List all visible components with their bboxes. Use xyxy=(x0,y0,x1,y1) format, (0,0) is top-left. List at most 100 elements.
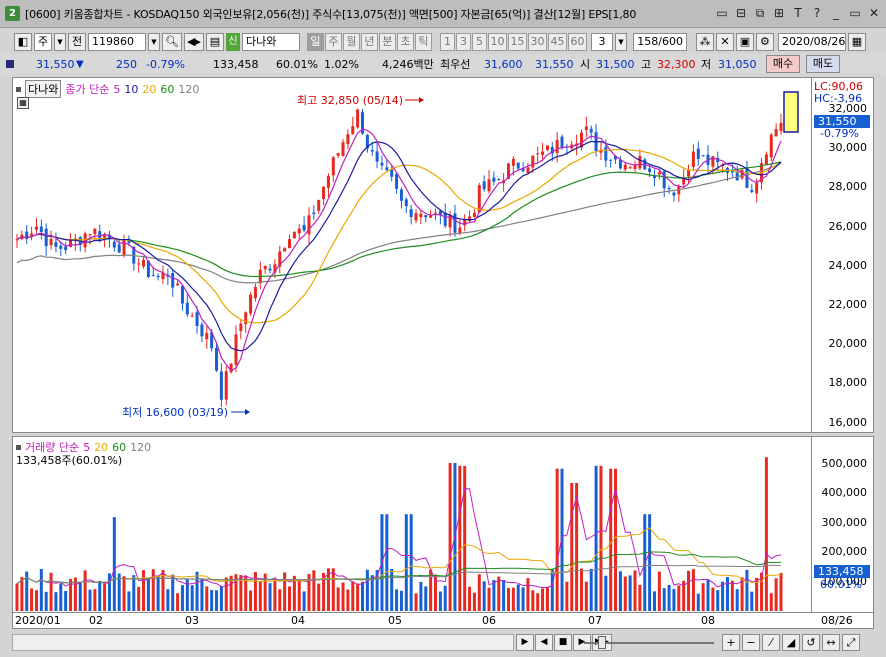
x-tick-label: 06 xyxy=(482,614,496,627)
period-tab[interactable]: 일 xyxy=(306,33,324,51)
calendar-icon[interactable]: ▦ xyxy=(847,33,866,51)
window-number: 2 xyxy=(5,6,20,21)
unit-input[interactable]: 3 xyxy=(590,33,613,51)
tool-icon[interactable]: ✕ xyxy=(715,33,734,51)
code-dropdown-icon[interactable]: ▼ xyxy=(148,33,160,51)
stock-code-input[interactable]: 119860 xyxy=(88,33,146,51)
mode-dropdown-icon[interactable]: ▼ xyxy=(54,33,66,51)
count-input[interactable]: 158/600 xyxy=(632,33,687,51)
zoom-out-icon[interactable]: − xyxy=(742,634,760,651)
stock-name[interactable]: 다나와 xyxy=(241,33,300,51)
minute-button[interactable]: 30 xyxy=(527,33,547,51)
help-icon[interactable]: ? xyxy=(809,5,825,21)
scroll-left-icon[interactable]: ▶ xyxy=(516,634,534,651)
candle-body xyxy=(137,263,141,265)
save-icon[interactable]: ▣ xyxy=(735,33,754,51)
candle-body xyxy=(516,162,520,169)
zoom-in-icon[interactable]: + xyxy=(722,634,740,651)
mode-select[interactable]: 주 xyxy=(34,33,52,51)
price-chart-panel[interactable]: 다나와 종가 단순 5 10 20 60 120 ▦ 최고 32,850 (05… xyxy=(12,77,812,433)
layout-icon[interactable]: ◧ xyxy=(14,33,32,51)
area-tool-icon[interactable]: ◢ xyxy=(782,634,800,651)
unit-dropdown-icon[interactable]: ▼ xyxy=(614,33,627,51)
legend-dot-icon xyxy=(16,444,21,450)
vol-ma120-line xyxy=(16,564,781,585)
stock-name-label[interactable]: 다나와 xyxy=(25,80,62,98)
high-price: 32,300 xyxy=(657,57,696,71)
period-tab[interactable]: 년 xyxy=(360,33,378,51)
candle-body xyxy=(15,239,19,241)
zoom-slider-thumb[interactable] xyxy=(598,636,606,649)
candle-body xyxy=(638,156,642,169)
candle-body xyxy=(604,146,608,161)
date-input[interactable]: 2020/08/26 xyxy=(777,33,846,51)
period-tab[interactable]: 분 xyxy=(378,33,396,51)
link-icon[interactable]: ⊟ xyxy=(733,5,749,21)
sound-icon[interactable]: ◀▸ xyxy=(183,33,204,51)
minute-button[interactable]: 10 xyxy=(487,33,507,51)
candle-body xyxy=(691,151,695,167)
candle-body xyxy=(545,145,549,150)
volume-chart-panel[interactable]: 거래량 단순 5 20 60 120 133,458주(60.01%) xyxy=(12,436,812,613)
close-icon[interactable]: ✕ xyxy=(866,5,882,21)
price-ytick: 22,000 xyxy=(828,298,868,311)
volume-bar xyxy=(283,572,287,611)
minute-button[interactable]: 45 xyxy=(547,33,567,51)
tile-icon[interactable]: ⊞ xyxy=(771,5,787,21)
sell-button[interactable]: 매도 xyxy=(806,55,840,73)
text-icon[interactable]: T xyxy=(790,5,806,21)
stop-icon[interactable]: ■ xyxy=(554,634,572,651)
volume-bar xyxy=(395,589,399,611)
candle-body xyxy=(171,273,175,288)
minute-button[interactable]: 5 xyxy=(471,33,487,51)
restore-icon[interactable]: ▭ xyxy=(847,5,863,21)
minute-button[interactable]: 3 xyxy=(455,33,471,51)
copy-icon[interactable]: ⧉ xyxy=(752,5,768,21)
period-tab[interactable]: 틱 xyxy=(414,33,432,51)
play-back-icon[interactable]: ◀ xyxy=(535,634,553,651)
price-chart[interactable] xyxy=(13,78,811,432)
reset-icon[interactable]: ↺ xyxy=(802,634,820,651)
buy-button[interactable]: 매수 xyxy=(766,55,800,73)
candle-body xyxy=(195,312,199,327)
x-tick-label: 08 xyxy=(701,614,715,627)
minute-button[interactable]: 15 xyxy=(507,33,527,51)
line-tool-icon[interactable]: ⁄ xyxy=(762,634,780,651)
prev-button[interactable]: 전 xyxy=(68,33,86,51)
fit-icon[interactable]: ↔ xyxy=(822,634,840,651)
zoom-slider[interactable] xyxy=(584,636,714,649)
maximize-window-icon[interactable]: ▭ xyxy=(714,5,730,21)
volume-bar xyxy=(20,577,24,611)
volume-chart[interactable] xyxy=(13,437,811,612)
best-bid: 31,600 xyxy=(484,57,523,71)
volume-bar xyxy=(98,580,102,611)
horizontal-scrollbar[interactable] xyxy=(12,634,514,651)
volume-bar xyxy=(774,578,778,611)
period-tab[interactable]: 주 xyxy=(324,33,342,51)
chart-window: 2 [0600] 키움종합차트 - KOSDAQ150 외국인보유[2,056(… xyxy=(0,0,886,657)
settings-icon[interactable]: ⚙ xyxy=(755,33,774,51)
chart-option-icon[interactable]: ▤ xyxy=(205,33,224,51)
candle-body xyxy=(117,244,121,253)
volume-bar xyxy=(15,583,19,611)
volume-bar xyxy=(88,589,92,611)
volume-bar xyxy=(696,593,700,611)
ma60-label: 60 xyxy=(160,82,175,96)
volume-bar xyxy=(258,580,262,611)
period-tab[interactable]: 월 xyxy=(342,33,360,51)
minute-button[interactable]: 60 xyxy=(567,33,587,51)
minute-button[interactable]: 1 xyxy=(439,33,455,51)
volume-axis[interactable]: 500,000 400,000 300,000 200,000 100,000 133,… xyxy=(812,436,874,613)
expand-icon[interactable]: ⤢ xyxy=(842,634,860,651)
price-axis[interactable]: 32,000 30,000 28,000 26,000 24,000 22,000 20,0… xyxy=(812,77,874,433)
volume-bar xyxy=(122,576,126,611)
candle-body xyxy=(657,172,661,175)
indicator-icon[interactable]: ⁂ xyxy=(695,33,714,51)
candle-body xyxy=(618,159,622,169)
volume-bar xyxy=(589,568,593,611)
volume-bar xyxy=(146,577,150,611)
period-tab[interactable]: 초 xyxy=(396,33,414,51)
minimize-icon[interactable]: _ xyxy=(828,5,844,21)
search-icon[interactable]: 🔍︎ xyxy=(162,33,182,51)
grid-toggle-icon[interactable]: ▦ xyxy=(17,97,29,109)
